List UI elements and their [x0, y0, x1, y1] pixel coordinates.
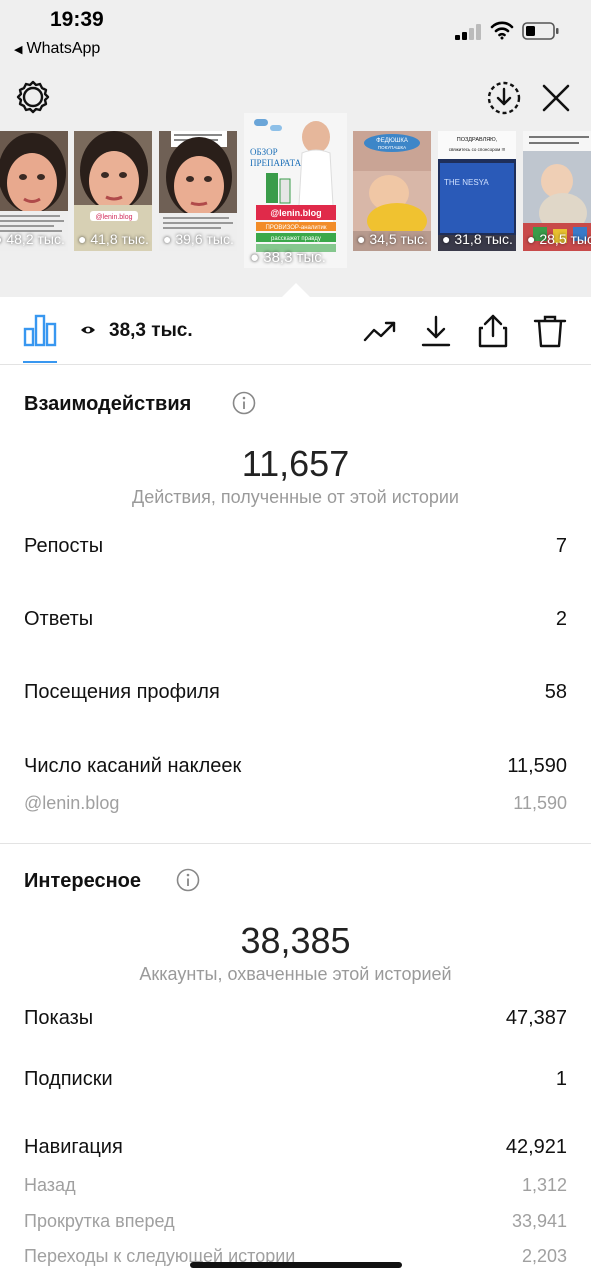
story-thumbnail[interactable]: ● 28,5 тыс. [523, 131, 591, 251]
sticker-handle-value: 11,590 [513, 793, 567, 813]
story-views: ● 41,8 тыс. [78, 231, 149, 247]
story-views: ● 39,6 тыс. [163, 231, 234, 247]
svg-text:ПОЗДРАВЛЯЮ,: ПОЗДРАВЛЯЮ, [457, 137, 498, 143]
selected-story-caret [282, 283, 310, 297]
story-thumbnail[interactable]: ● 39,6 тыс. [159, 131, 237, 251]
story-views: ● 28,5 тыс. [527, 231, 591, 247]
interactions-caption: Действия, полученные от этой истории [132, 487, 459, 507]
close-icon[interactable] [540, 82, 572, 114]
story-thumbnail[interactable]: ФЕДЮШКА ПОКУПАШКА ● 34,5 тыс. [353, 131, 431, 251]
back-arrow-icon: ◀ [14, 44, 23, 56]
discovery-caption: Аккаунты, охваченные этой историей [139, 964, 452, 984]
svg-text:@lenin.blog: @lenin.blog [270, 208, 321, 218]
navigation-label: Навигация [24, 1136, 123, 1158]
info-icon[interactable] [232, 391, 256, 415]
svg-text:ФЕДЮШКА: ФЕДЮШКА [376, 138, 408, 144]
eye-icon [81, 326, 95, 334]
nav-back-value: 1,312 [521, 1175, 567, 1195]
navigation-value: 42,921 [505, 1136, 567, 1158]
discovery-title: Интересное [24, 870, 141, 892]
profile-visits-value: 58 [544, 681, 567, 703]
story-views-count: 38,3 тыс. [109, 320, 193, 341]
status-bar: 19:39 ◀ WhatsApp [0, 0, 591, 70]
download-circle-icon[interactable] [486, 80, 522, 116]
battery-icon [522, 22, 559, 40]
gear-icon[interactable] [15, 79, 51, 115]
impressions-label: Показы [24, 1007, 94, 1029]
svg-text:ПРОВИЗОР-аналитик: ПРОВИЗОР-аналитик [266, 225, 327, 231]
info-icon[interactable] [176, 868, 200, 892]
share-icon[interactable] [475, 313, 511, 349]
back-to-app-link[interactable]: ◀ WhatsApp [14, 40, 100, 58]
story-thumbnail[interactable]: ПОЗДРАВЛЯЮ, свяжитесь со спонсором !!! T… [438, 131, 516, 251]
wifi-icon [490, 21, 514, 40]
profile-visits-label: Посещения профиля [24, 681, 220, 703]
bar-chart-icon[interactable] [23, 313, 57, 347]
svg-text:ПРЕПАРАТА: ПРЕПАРАТА [250, 158, 302, 168]
interactions-title: Взаимодействия [24, 393, 192, 415]
home-indicator[interactable] [190, 1262, 402, 1268]
replies-label: Ответы [24, 608, 94, 630]
discovery-total: 38,385 [240, 920, 351, 961]
story-views: ● 48,2 тыс. [0, 231, 65, 247]
follows-label: Подписки [24, 1068, 113, 1090]
svg-text:расскажет правду: расскажет правду [271, 236, 321, 242]
replies-value: 2 [555, 608, 567, 630]
nav-back-label: Назад [24, 1175, 76, 1195]
reposts-label: Репосты [24, 535, 104, 557]
signal-icon [455, 24, 483, 40]
nav-forward-value: 33,941 [511, 1211, 567, 1231]
reposts-value: 7 [555, 535, 567, 557]
story-views: ● 34,5 тыс. [357, 231, 428, 247]
impressions-value: 47,387 [505, 1007, 567, 1029]
story-action-bar: 38,3 тыс. [0, 297, 591, 365]
svg-text:THE NESYA: THE NESYA [444, 178, 489, 187]
section-divider [0, 843, 591, 844]
story-thumbnail-selected[interactable]: ОБЗОР ПРЕПАРАТА @lenin.blog ПРОВИЗОР-ана… [244, 113, 347, 268]
sticker-taps-label: Число касаний наклеек [24, 755, 242, 777]
svg-text:ПОКУПАШКА: ПОКУПАШКА [378, 145, 406, 150]
nav-forward-label: Прокрутка вперед [24, 1211, 175, 1231]
svg-text:свяжитесь со спонсором !!!: свяжитесь со спонсором !!! [449, 147, 506, 152]
story-thumbnail[interactable]: ● 48,2 тыс. [0, 131, 68, 251]
trash-icon[interactable] [532, 313, 568, 349]
story-views: ● 31,8 тыс. [442, 231, 513, 247]
back-app-label: WhatsApp [26, 40, 101, 57]
story-thumbnail[interactable]: @lenin.blog ● 41,8 тыс. [74, 131, 152, 251]
trending-icon[interactable] [362, 313, 398, 349]
nav-next-story-value: 2,203 [521, 1246, 567, 1266]
svg-text:@lenin.blog: @lenin.blog [95, 214, 132, 221]
status-time: 19:39 [50, 8, 104, 31]
download-icon[interactable] [418, 313, 454, 349]
follows-value: 1 [555, 1068, 567, 1090]
interactions-total: 11,657 [241, 443, 350, 484]
svg-text:ОБЗОР: ОБЗОР [250, 147, 278, 157]
story-selected-image: ОБЗОР ПРЕПАРАТА @lenin.blog ПРОВИЗОР-ана… [244, 113, 347, 268]
sticker-taps-value: 11,590 [507, 755, 567, 777]
insights-tab-underline [23, 361, 57, 363]
sticker-handle-label: @lenin.blog [24, 793, 120, 813]
story-views: ● 38,3 тыс. [250, 249, 326, 266]
